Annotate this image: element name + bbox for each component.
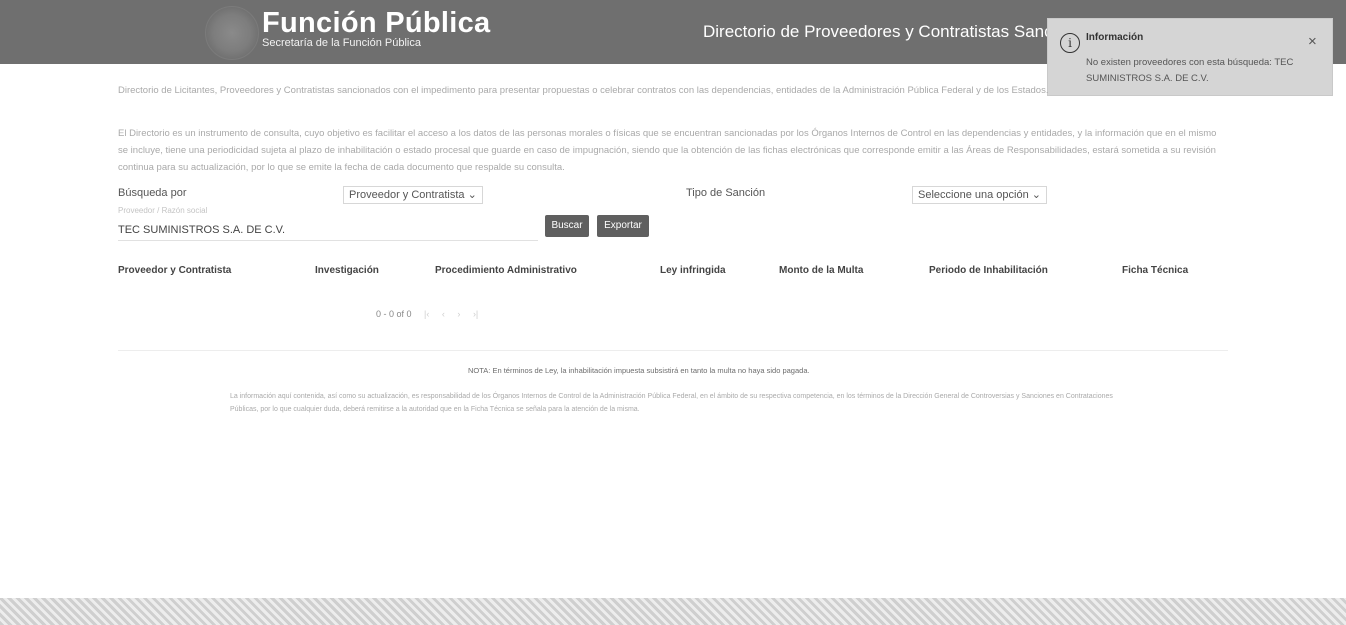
column-header-procedure[interactable]: Procedimiento Administrativo	[435, 265, 577, 276]
intro-paragraph-1: Directorio de Licitantes, Proveedores y …	[118, 85, 1049, 96]
table-pager: 0 - 0 of 0 |‹ ‹ › ›|	[376, 309, 478, 319]
sanction-type-select[interactable]: Seleccione una opción ⌄	[912, 186, 1047, 204]
search-by-select[interactable]: Proveedor y Contratista ⌄	[343, 186, 483, 204]
first-page-icon[interactable]: |‹	[424, 309, 429, 319]
footer-pattern-band	[0, 598, 1346, 625]
intro-paragraph-2: El Directorio es un instrumento de consu…	[118, 128, 1217, 173]
pager-range: 0 - 0 of 0	[376, 309, 412, 319]
sanction-type-value: Seleccione una opción	[918, 189, 1029, 201]
info-icon: i	[1060, 33, 1080, 53]
brand-subtitle: Secretaría de la Función Pública	[262, 37, 421, 49]
column-header-law[interactable]: Ley infringida	[660, 265, 726, 276]
search-by-value: Proveedor y Contratista	[349, 189, 465, 201]
close-icon[interactable]: ×	[1308, 33, 1317, 50]
search-by-label: Búsqueda por	[118, 187, 187, 199]
toast-title: Información	[1086, 32, 1144, 43]
search-hint: Proveedor / Razón social	[118, 206, 208, 215]
export-button[interactable]: Exportar	[597, 215, 649, 237]
sanction-type-label: Tipo de Sanción	[686, 187, 766, 199]
column-header-investigation[interactable]: Investigación	[315, 265, 379, 276]
column-header-provider[interactable]: Proveedor y Contratista	[118, 265, 231, 276]
government-seal-logo	[205, 6, 259, 60]
column-header-fine-amount[interactable]: Monto de la Multa	[779, 265, 863, 276]
search-input[interactable]	[118, 220, 538, 241]
column-header-technical-sheet[interactable]: Ficha Técnica	[1122, 265, 1188, 276]
disclaimer-text: La información aquí contenida, así como …	[230, 393, 1113, 413]
previous-page-icon[interactable]: ‹	[442, 309, 445, 319]
legal-note: NOTA: En términos de Ley, la inhabilitac…	[468, 366, 810, 375]
chevron-down-icon: ⌄	[467, 189, 477, 201]
column-header-period[interactable]: Periodo de Inhabilitación	[929, 265, 1048, 276]
next-page-icon[interactable]: ›	[457, 309, 460, 319]
divider	[118, 350, 1228, 351]
chevron-down-icon: ⌄	[1031, 189, 1041, 201]
last-page-icon[interactable]: ›|	[473, 309, 478, 319]
search-button[interactable]: Buscar	[545, 215, 589, 237]
brand-title: Función Pública	[262, 7, 491, 39]
